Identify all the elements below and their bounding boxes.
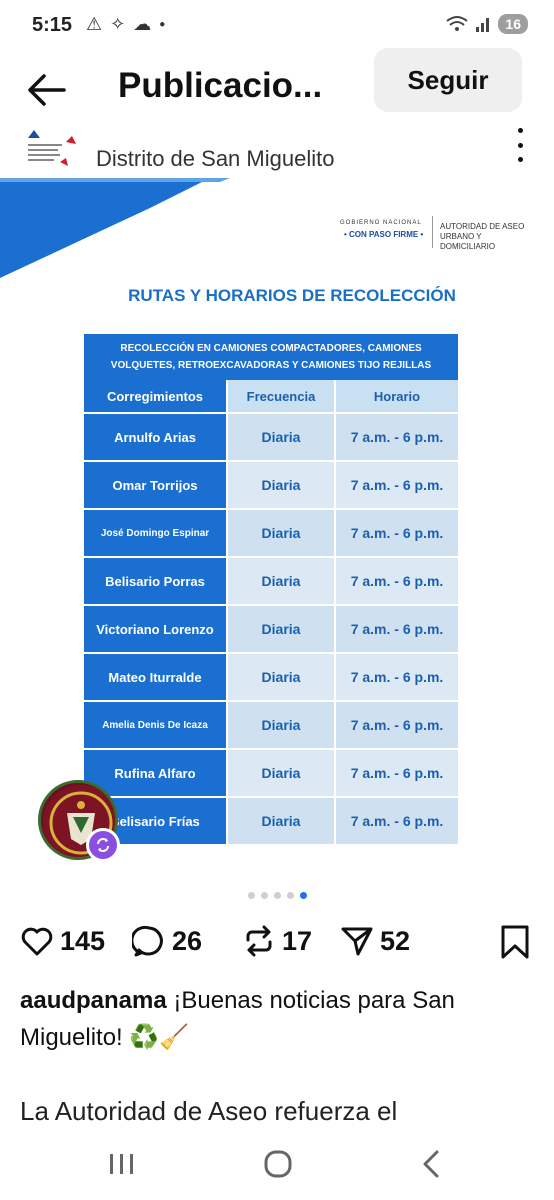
page-title: Publicacio... <box>118 66 323 105</box>
agency-line1: AUTORIDAD DE ASEO <box>440 222 525 231</box>
status-notification-icons: ⚠ ✧ ☁ ● <box>86 14 165 36</box>
agency-logo <box>28 130 76 166</box>
cell-corregimiento: Victoriano Lorenzo <box>84 606 226 652</box>
repost-badge-icon <box>86 828 120 862</box>
header-frecuencia: Frecuencia <box>226 380 334 412</box>
cell-horario: 7 a.m. - 6 p.m. <box>334 462 458 508</box>
share-button[interactable]: 52 <box>340 924 410 958</box>
cell-horario: 7 a.m. - 6 p.m. <box>334 558 458 604</box>
cell-corregimiento: Belisario Porras <box>84 558 226 604</box>
recent-apps-icon[interactable] <box>102 1146 142 1182</box>
cell-corregimiento: Omar Torrijos <box>84 462 226 508</box>
government-logos: GOBIERNO NACIONAL • CON PASO FIRME • AUT… <box>340 216 530 252</box>
repost-count: 17 <box>282 925 313 956</box>
comment-icon <box>132 925 163 957</box>
cell-horario: 7 a.m. - 6 p.m. <box>334 702 458 748</box>
bookmark-icon[interactable] <box>498 924 532 960</box>
table-banner: RECOLECCIÓN EN CAMIONES COMPACTADORES, C… <box>84 334 458 380</box>
carousel-dot <box>299 892 307 899</box>
cell-horario: 7 a.m. - 6 p.m. <box>334 750 458 796</box>
account-subtitle: Distrito de San Miguelito <box>96 146 335 171</box>
carousel-indicator <box>0 892 554 899</box>
cell-frecuencia: Diaria <box>226 414 334 460</box>
table-row: Belisario Porras Diaria 7 a.m. - 6 p.m. <box>84 556 458 604</box>
carousel-dot <box>247 892 255 899</box>
home-icon[interactable] <box>258 1146 298 1182</box>
cell-frecuencia: Diaria <box>226 654 334 700</box>
table-row: José Domingo Espinar Diaria 7 a.m. - 6 p.m… <box>84 508 458 556</box>
status-right: 16 <box>446 14 528 34</box>
post-actions: 145 26 17 52 <box>0 920 554 966</box>
agency-name: AUTORIDAD DE ASEO URBANO Y DOMICILIARIO <box>440 222 530 252</box>
cell-horario: 7 a.m. - 6 p.m. <box>334 510 458 556</box>
share-count: 52 <box>380 925 411 956</box>
cell-corregimiento: Mateo Iturralde <box>84 654 226 700</box>
cell-frecuencia: Diaria <box>226 702 334 748</box>
cell-horario: 7 a.m. - 6 p.m. <box>334 606 458 652</box>
header-horario: Horario <box>334 380 458 412</box>
cell-corregimiento: Arnulfo Arias <box>84 414 226 460</box>
table-row: Victoriano Lorenzo Diaria 7 a.m. - 6 p.m. <box>84 604 458 652</box>
carousel-dot <box>286 892 294 899</box>
like-button[interactable]: 145 <box>20 924 105 958</box>
back-nav-icon[interactable] <box>412 1146 452 1182</box>
repost-icon <box>246 925 272 957</box>
back-arrow-icon[interactable] <box>24 68 68 112</box>
system-navigation-bar <box>0 1130 554 1200</box>
dot-icon: ● <box>159 19 166 30</box>
schedule-heading: RUTAS Y HORARIOS DE RECOLECCIÓN <box>128 286 456 305</box>
divider <box>432 216 433 248</box>
cell-frecuencia: Diaria <box>226 798 334 844</box>
cell-corregimiento: José Domingo Espinar <box>84 510 226 556</box>
follow-button[interactable]: Seguir <box>374 48 522 112</box>
caption-more-text: La Autoridad de Aseo refuerza el <box>20 1096 398 1126</box>
battery-indicator: 16 <box>498 14 528 34</box>
table-row: Mateo Iturralde Diaria 7 a.m. - 6 p.m. <box>84 652 458 700</box>
schedule-table: RECOLECCIÓN EN CAMIONES COMPACTADORES, C… <box>84 334 458 844</box>
cell-frecuencia: Diaria <box>226 558 334 604</box>
comment-button[interactable]: 26 <box>132 924 202 958</box>
carousel-dot <box>260 892 268 899</box>
table-row: Amelia Denis De Icaza Diaria 7 a.m. - 6 p.… <box>84 700 458 748</box>
like-count: 145 <box>60 925 106 956</box>
table-row: Arnulfo Arias Diaria 7 a.m. - 6 p.m. <box>84 412 458 460</box>
more-options-icon[interactable] <box>514 128 526 162</box>
agency-line2: URBANO Y DOMICILIARIO <box>440 232 496 251</box>
sparkle-icon: ✧ <box>110 14 126 34</box>
table-row: Rufina Alfaro Diaria 7 a.m. - 6 p.m. <box>84 748 458 796</box>
post-image[interactable]: Distrito de San Miguelito GOBIERNO NACIO… <box>0 120 554 890</box>
repost-button[interactable]: 17 <box>242 924 312 958</box>
header-corregimientos: Corregimientos <box>84 380 226 412</box>
cell-corregimiento: Amelia Denis De Icaza <box>84 702 226 748</box>
warning-icon: ⚠ <box>86 14 103 34</box>
send-icon <box>341 927 373 956</box>
cell-corregimiento: Rufina Alfaro <box>84 750 226 796</box>
signal-icon <box>476 18 490 32</box>
gov-line1: GOBIERNO NACIONAL <box>340 220 422 226</box>
cell-frecuencia: Diaria <box>226 606 334 652</box>
blue-swoosh-decoration <box>0 178 230 278</box>
cell-horario: 7 a.m. - 6 p.m. <box>334 654 458 700</box>
post-caption: aaudpanama ¡Buenas noticias para San Mig… <box>20 982 540 1056</box>
status-time: 5:15 <box>32 14 73 36</box>
cell-horario: 7 a.m. - 6 p.m. <box>334 414 458 460</box>
comment-count: 26 <box>172 925 203 956</box>
cloud-icon: ☁ <box>133 14 152 34</box>
table-body: Arnulfo Arias Diaria 7 a.m. - 6 p.m. Omar T… <box>84 412 458 844</box>
cell-horario: 7 a.m. - 6 p.m. <box>334 798 458 844</box>
carousel-dot <box>273 892 281 899</box>
gov-line2: • CON PASO FIRME • <box>344 230 424 239</box>
table-row: Belisario Frías Diaria 7 a.m. - 6 p.m. <box>84 796 458 844</box>
table-row: Omar Torrijos Diaria 7 a.m. - 6 p.m. <box>84 460 458 508</box>
heart-icon <box>21 927 53 956</box>
cell-frecuencia: Diaria <box>226 462 334 508</box>
table-header: Corregimientos Frecuencia Horario <box>84 380 458 412</box>
cell-frecuencia: Diaria <box>226 750 334 796</box>
cell-frecuencia: Diaria <box>226 510 334 556</box>
caption-username[interactable]: aaudpanama <box>20 987 167 1014</box>
wifi-icon <box>446 16 469 31</box>
